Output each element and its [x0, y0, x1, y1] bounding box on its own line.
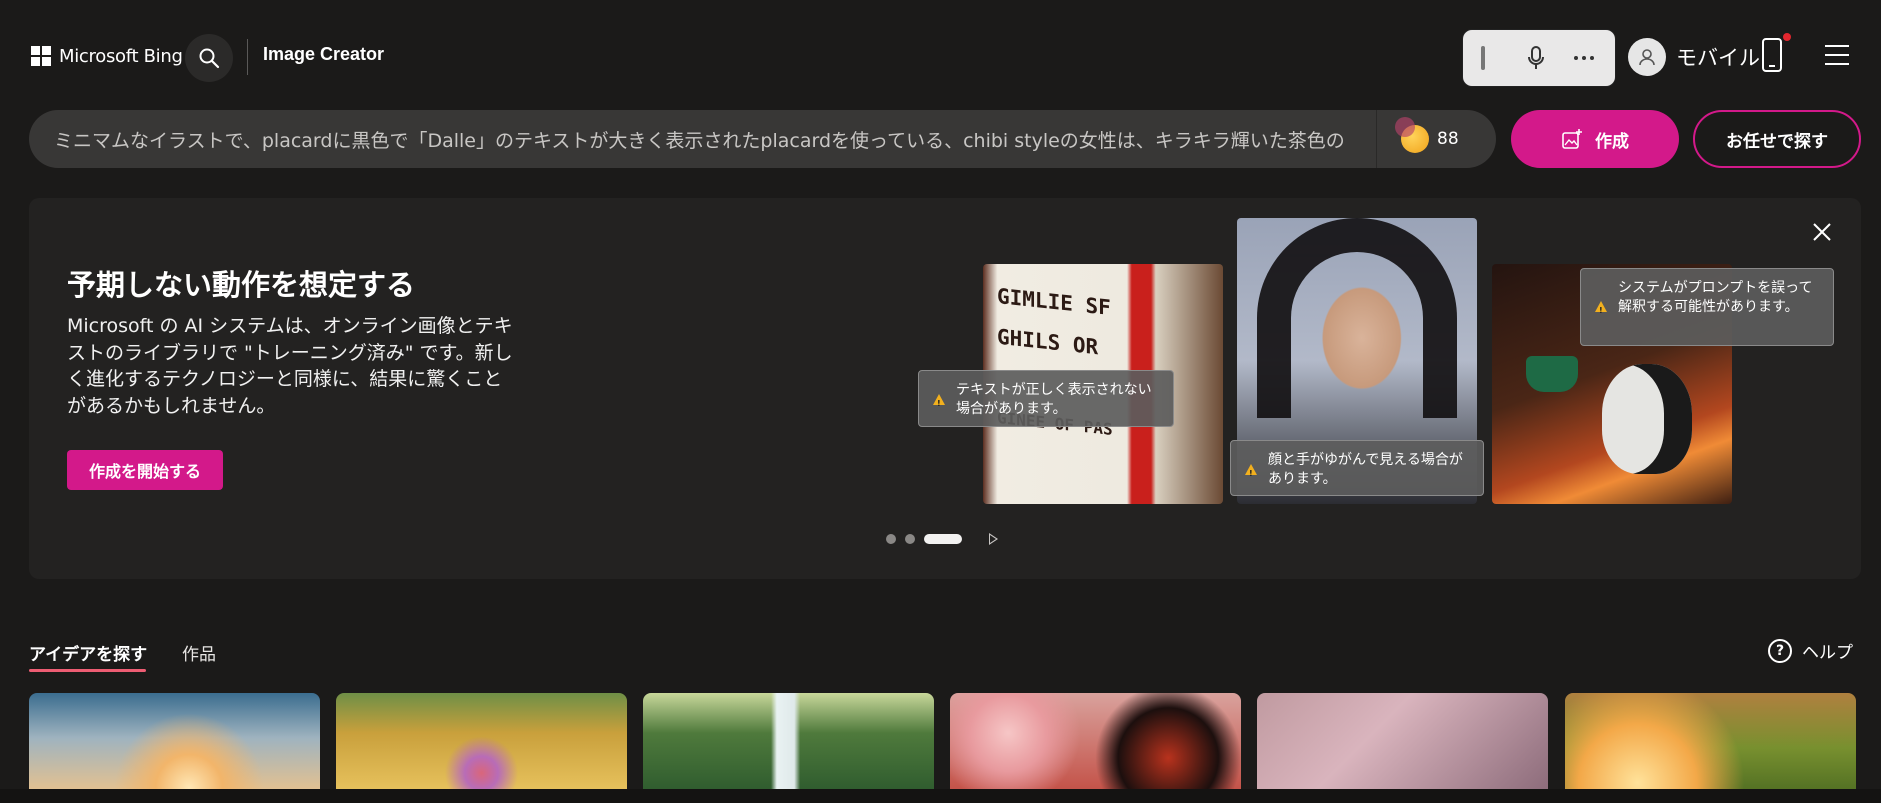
- carousel-dot-active[interactable]: [924, 534, 962, 544]
- help-icon: ?: [1768, 638, 1792, 663]
- boost-counter[interactable]: 88: [1377, 117, 1459, 153]
- gallery-card[interactable]: [643, 693, 934, 793]
- brand-name: Microsoft Bing: [59, 45, 183, 67]
- pump-sign-text: GHILS OR: [997, 324, 1099, 360]
- start-creating-button[interactable]: 作成を開始する: [67, 450, 223, 490]
- image-create-icon: [1562, 129, 1582, 149]
- gallery-card[interactable]: [29, 693, 320, 793]
- avatar: [1628, 38, 1666, 76]
- search-button[interactable]: [185, 34, 233, 82]
- callout-text: システムがプロンプトを誤って解釈する可能性があります。: [1618, 280, 1813, 315]
- user-account[interactable]: モバイル: [1628, 38, 1760, 76]
- hero-title: 予期しない動作を想定する: [67, 268, 416, 302]
- tab-explore-ideas[interactable]: アイデアを探す: [29, 640, 147, 665]
- boost-count: 88: [1437, 129, 1459, 149]
- bing-logo[interactable]: Microsoft Bing: [31, 44, 183, 68]
- header-divider: [247, 39, 248, 75]
- carousel-dot[interactable]: [905, 534, 915, 544]
- windows-logo-icon: [31, 46, 51, 66]
- microphone-icon: [1528, 46, 1544, 69]
- prompt-bar: ミニマムなイラストで、placardに黒色で「Dalle」のテキストが大きく表示…: [29, 110, 1496, 168]
- user-icon: [1639, 49, 1655, 66]
- product-title[interactable]: Image Creator: [263, 44, 384, 65]
- gallery-card[interactable]: [336, 693, 627, 793]
- carousel-dot[interactable]: [886, 534, 896, 544]
- create-label: 作成: [1595, 131, 1629, 152]
- warning-callout: テキストが正しく表示されない場合があります。: [918, 370, 1174, 427]
- surprise-me-button[interactable]: お任せで探す: [1693, 110, 1861, 168]
- tab-creations[interactable]: 作品: [182, 640, 216, 665]
- help-link[interactable]: ? ヘルプ: [1768, 638, 1853, 663]
- gallery-card[interactable]: [1565, 693, 1856, 793]
- gallery-card[interactable]: [1257, 693, 1548, 793]
- play-icon[interactable]: [989, 533, 998, 545]
- menu-icon[interactable]: [1825, 45, 1849, 65]
- active-tab-underline: [29, 669, 146, 672]
- warning-icon: [1595, 301, 1607, 320]
- warning-icon: [933, 394, 945, 413]
- phone-icon[interactable]: [1762, 38, 1782, 72]
- search-icon: [199, 48, 220, 69]
- close-icon[interactable]: [1810, 220, 1834, 244]
- warning-icon: [1245, 464, 1257, 483]
- more-button[interactable]: [1567, 41, 1601, 75]
- bottom-edge: [0, 789, 1881, 803]
- carousel-indicator: [886, 534, 962, 544]
- coin-icon: [1395, 117, 1429, 153]
- pump-sign-text: GIMLIE SF: [997, 284, 1111, 320]
- more-icon: [1574, 56, 1594, 60]
- prompt-input[interactable]: ミニマムなイラストで、placardに黒色で「Dalle」のテキストが大きく表示…: [29, 126, 1376, 153]
- callout-text: テキストが正しく表示されない場合があります。: [956, 382, 1152, 417]
- user-label: モバイル: [1676, 46, 1760, 70]
- gallery-card[interactable]: [950, 693, 1241, 793]
- warning-callout: 顔と手がゆがんで見える場合があります。: [1230, 440, 1484, 496]
- create-button[interactable]: 作成: [1511, 110, 1679, 168]
- callout-text: 顔と手がゆがんで見える場合があります。: [1268, 452, 1463, 487]
- help-label: ヘルプ: [1802, 643, 1853, 663]
- hero-description: Microsoft の AI システムは、オンライン画像とテキストのライブラリで…: [67, 315, 513, 417]
- warning-callout: システムがプロンプトを誤って解釈する可能性があります。: [1580, 268, 1834, 346]
- microphone-button[interactable]: [1519, 41, 1553, 75]
- floating-toolbar: [1462, 29, 1616, 87]
- notification-dot: [1783, 33, 1791, 41]
- drag-handle[interactable]: [1481, 46, 1485, 70]
- surprise-label: お任せで探す: [1726, 131, 1828, 152]
